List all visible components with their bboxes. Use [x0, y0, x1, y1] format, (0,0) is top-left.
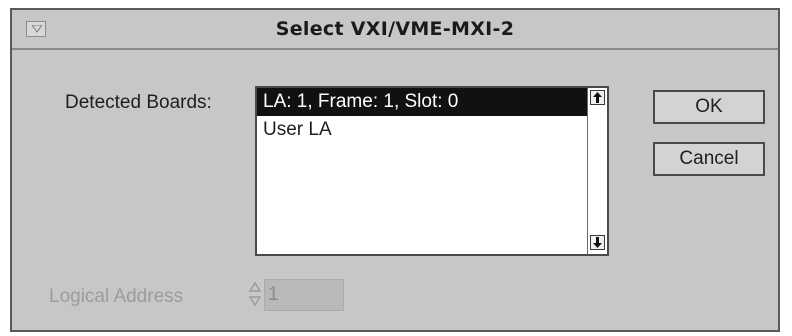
window-title: Select VXI/VME-MXI-2: [275, 18, 515, 40]
list-item-selected[interactable]: LA: 1, Frame: 1, Slot: 0: [257, 88, 591, 116]
logical-address-stepper[interactable]: [248, 281, 264, 307]
scroll-down-button[interactable]: [590, 235, 605, 250]
logical-address-input[interactable]: 1: [264, 279, 344, 311]
cancel-button[interactable]: Cancel: [653, 142, 765, 176]
stepper-arrows-icon: [248, 281, 262, 307]
list-scrollbar[interactable]: [587, 88, 607, 254]
list-item[interactable]: User LA: [257, 116, 332, 144]
ok-button[interactable]: OK: [653, 90, 765, 124]
detected-boards-label: Detected Boards:: [65, 92, 212, 113]
logical-address-label: Logical Address: [49, 286, 184, 307]
arrow-up-icon: [593, 92, 602, 103]
select-board-dialog: Select VXI/VME-MXI-2 Detected Boards: LA…: [10, 8, 780, 332]
arrow-down-icon: [593, 237, 602, 248]
detected-boards-list[interactable]: LA: 1, Frame: 1, Slot: 0 User LA: [255, 86, 609, 256]
title-bar[interactable]: Select VXI/VME-MXI-2: [12, 10, 778, 50]
scroll-up-button[interactable]: [590, 90, 605, 105]
